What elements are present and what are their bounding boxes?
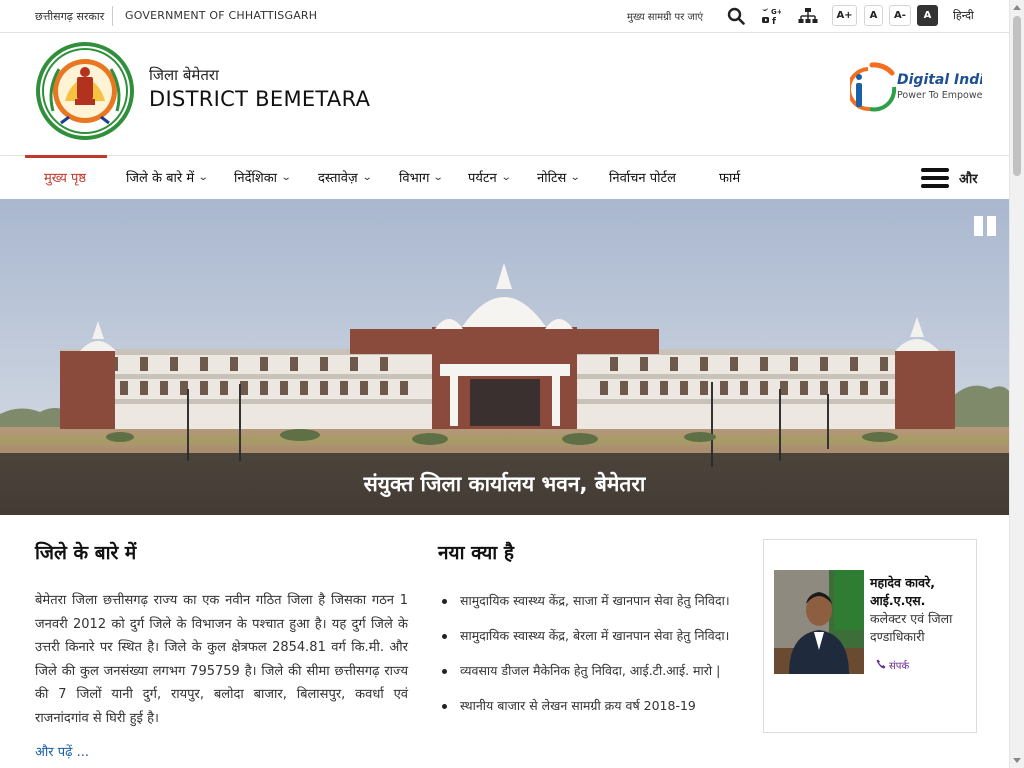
nav-label: जिले के बारे में [126,171,195,186]
more-label: और [959,172,978,187]
news-item[interactable]: व्यवसाय डीजल मैकेनिक हेतु निविदा, आई.टी.… [442,662,732,680]
nav-label: निर्वाचन पोर्टल [609,171,676,186]
search-icon[interactable] [725,5,747,27]
whats-new-list: सामुदायिक स्वास्थ्य केंद्र, साजा में खान… [442,592,732,732]
hamburger-icon [921,164,949,192]
nav-label: दस्तावेज़ [318,171,358,186]
chevron-down-icon: ⌄ [433,171,445,183]
chevron-down-icon: ⌄ [500,171,512,183]
gov-name-english[interactable]: GOVERNMENT OF CHHATTISGARH [125,9,317,22]
contact-label: संपर्क [889,661,910,672]
nav-item-election-portal[interactable]: निर्वाचन पोर्टल [609,168,676,186]
hero-slider[interactable]: संयुक्त जिला कार्यालय भवन, बेमेतरा [0,199,1009,515]
nav-item-home[interactable]: मुख्य पृष्ठ [44,168,86,186]
collector-designation: कलेक्टर एवं जिला दण्डाधिकारी [870,611,953,644]
nav-label: पर्यटन [468,171,497,186]
read-more-link[interactable]: और पढ़ें ... [35,742,89,760]
nav-item-notices[interactable]: नोटिस ⌄ [537,168,581,186]
font-increase-button[interactable]: A+ [832,5,857,26]
chevron-down-icon: ⌄ [570,171,581,183]
gov-name-hindi[interactable]: छत्तीसगढ़ सरकार [35,9,104,24]
digital-india-title: Digital India [897,72,982,88]
nav-item-documents[interactable]: दस्तावेज़ ⌄ [318,168,373,186]
pause-slider-button[interactable] [974,216,996,236]
news-item[interactable]: सामुदायिक स्वास्थ्य केंद्र, बेरला में खा… [442,627,732,645]
nav-item-tourism[interactable]: पर्यटन ⌄ [468,168,512,186]
collector-contact-link[interactable]: संपर्क [876,658,909,672]
digital-india-logo[interactable]: Digital India Power To Empower [846,61,994,117]
district-name-english: DISTRICT BEMETARA [149,87,371,111]
collector-photo [774,570,864,674]
skip-to-main-content-link[interactable]: मुख्य सामग्री पर जाएं [627,9,703,23]
high-contrast-button[interactable]: A [917,5,938,26]
sitemap-icon[interactable] [797,5,819,27]
news-item[interactable]: स्थानीय बाजार से लेखन सामग्री क्रय वर्ष … [442,697,732,715]
chevron-down-icon: ⌄ [361,171,373,183]
nav-item-departments[interactable]: विभाग ⌄ [399,168,445,186]
scroll-up-arrow-icon[interactable] [1013,5,1021,10]
about-district-heading: जिले के बारे में [35,542,137,564]
language-switch[interactable]: हिन्दी [953,8,974,23]
social-media-icon[interactable]: G+ f [760,5,782,27]
nav-label: विभाग [399,171,430,186]
svg-text:f: f [772,17,776,26]
nav-item-directory[interactable]: निर्देशिका ⌄ [234,168,292,186]
hero-caption: संयुक्त जिला कार्यालय भवन, बेमेतरा [0,453,1009,515]
page-scrollbar[interactable] [1009,0,1024,768]
collector-name: महादेव कावरे, आई.ए.एस. [870,575,935,608]
whats-new-heading: नया क्या है [438,542,514,564]
nav-item-about-district[interactable]: जिले के बारे में ⌄ [126,168,209,186]
state-emblem-logo[interactable] [35,41,135,141]
svg-text:G+: G+ [771,8,781,16]
nav-label: फार्म [719,171,741,186]
chevron-down-icon: ⌄ [280,171,292,183]
site-header: जिला बेमेतरा DISTRICT BEMETARA Digital I… [0,33,1009,155]
chevron-down-icon: ⌄ [197,171,209,183]
divider [112,6,113,26]
top-utility-bar: छत्तीसगढ़ सरकार GOVERNMENT OF CHHATTISGA… [0,0,1009,33]
font-normal-button[interactable]: A [864,5,883,26]
more-menu-button[interactable]: और [921,164,978,192]
nav-label: नोटिस [537,171,567,186]
district-name-hindi: जिला बेमेतरा [149,66,219,84]
main-navigation: मुख्य पृष्ठ जिले के बारे में ⌄ निर्देशिका… [0,155,1009,199]
digital-india-tagline: Power To Empower [897,90,982,101]
active-indicator [25,155,107,158]
nav-label: निर्देशिका [234,171,278,186]
font-decrease-button[interactable]: A- [889,5,911,26]
nav-item-forms[interactable]: फार्म [719,168,740,186]
news-item[interactable]: सामुदायिक स्वास्थ्य केंद्र, साजा में खान… [442,592,732,610]
collector-card: महादेव कावरे, आई.ए.एस. कलेक्टर एवं जिला … [763,539,977,733]
nav-label: मुख्य पृष्ठ [44,171,87,186]
pause-icon [974,216,983,236]
scroll-down-arrow-icon[interactable] [1013,758,1021,763]
about-district-text: बेमेतरा जिला छत्तीसगढ़ राज्य का एक नवीन … [35,593,408,726]
scrollbar-thumb[interactable] [1013,16,1021,176]
phone-icon [876,659,886,672]
